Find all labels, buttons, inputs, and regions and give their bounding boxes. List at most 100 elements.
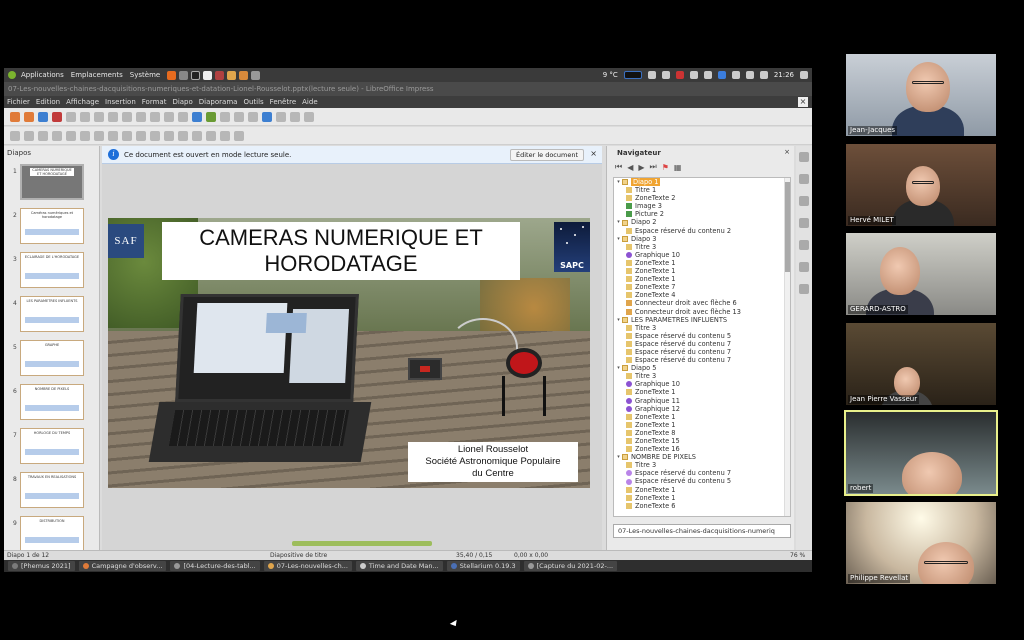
navigator-slide-node[interactable]: ▾ NOMBRE DE PIXELS	[614, 453, 790, 461]
menu-edition[interactable]: Edition	[36, 98, 60, 106]
menu-aide[interactable]: Aide	[302, 98, 317, 106]
menu-format[interactable]: Format	[142, 98, 167, 106]
align-icon[interactable]	[178, 130, 188, 141]
navigator-object-node[interactable]: Espace réservé du contenu 7	[614, 340, 790, 348]
save-icon[interactable]	[38, 111, 48, 122]
slide-icon[interactable]	[262, 111, 272, 122]
menu-insertion[interactable]: Insertion	[105, 98, 136, 106]
table-icon[interactable]	[220, 111, 230, 122]
redo-icon[interactable]	[136, 111, 146, 122]
navigator-object-node[interactable]: ZoneTexte 1	[614, 421, 790, 429]
app-icon-3[interactable]	[227, 70, 237, 80]
print-icon[interactable]	[66, 111, 76, 122]
slide-thumb[interactable]: HORLOGE DU TEMPS	[20, 428, 84, 464]
firefox-icon[interactable]	[167, 70, 177, 80]
author-textbox[interactable]: Lionel Rousselot Société Astronomique Po…	[408, 442, 578, 482]
open-icon[interactable]	[24, 111, 34, 122]
slide-thumb[interactable]: TRAVAUX EN REALISATIONS	[20, 472, 84, 508]
ellipse-icon[interactable]	[66, 130, 76, 141]
navigator-object-node[interactable]: ZoneTexte 4	[614, 291, 790, 299]
slide-thumb[interactable]: CAMERAS NUMERIQUE ET HORODATAGE	[20, 164, 84, 200]
taskbar-window-button[interactable]: [04-Lecture-des-tabl...	[170, 561, 260, 571]
slide-thumb[interactable]: DISTRIBUTION	[20, 516, 84, 552]
navigator-object-node[interactable]: Titre 3	[614, 324, 790, 332]
first-slide-icon[interactable]: ⏮	[615, 162, 622, 172]
find-icon[interactable]	[150, 111, 160, 122]
navigator-object-node[interactable]: ZoneTexte 1	[614, 388, 790, 396]
export-pdf-icon[interactable]	[52, 111, 62, 122]
navigator-object-node[interactable]: Titre 3	[614, 243, 790, 251]
power-icon[interactable]	[647, 71, 656, 79]
menu-fichier[interactable]: Fichier	[7, 98, 30, 106]
expand-icon[interactable]: ▾	[615, 364, 622, 372]
taskbar-window-button[interactable]: [Capture du 2021-02-...	[523, 561, 618, 571]
grid-icon[interactable]	[178, 111, 188, 122]
rotate-icon[interactable]	[164, 130, 174, 141]
display-icon[interactable]	[304, 111, 314, 122]
slide-thumb[interactable]: NOMBRE DE PIXELS	[20, 384, 84, 420]
navigator-slide-node[interactable]: ▾ Diapo 3	[614, 235, 790, 243]
taskbar-window-button[interactable]: 07-Les-nouvelles-ch...	[263, 561, 352, 571]
navigator-object-node[interactable]: Graphique 10	[614, 251, 790, 259]
navigator-slide-node[interactable]: ▾ Diapo 2	[614, 218, 790, 226]
new-icon[interactable]	[10, 111, 20, 122]
navigator-object-node[interactable]: Graphique 11	[614, 397, 790, 405]
navigator-slide-node[interactable]: ▾ Diapo 5	[614, 364, 790, 372]
close-document-icon[interactable]: ×	[798, 97, 808, 107]
navigator-object-node[interactable]: ZoneTexte 1	[614, 486, 790, 494]
cut-icon[interactable]	[80, 111, 90, 122]
zoom-icon-tool[interactable]	[24, 130, 34, 141]
participant-tile[interactable]: Jean-Jacques	[844, 52, 998, 138]
paste-icon[interactable]	[108, 111, 118, 122]
fontwork-icon[interactable]	[248, 111, 258, 122]
navigator-object-node[interactable]: Titre 1	[614, 186, 790, 194]
taskbar-window-button[interactable]: Campagne d'observ...	[78, 561, 167, 571]
clock-app-icon[interactable]	[675, 71, 684, 79]
properties-icon[interactable]	[799, 152, 809, 162]
files-icon[interactable]	[179, 70, 189, 80]
comment-icon[interactable]	[290, 111, 300, 122]
arrow-icon[interactable]	[80, 130, 90, 141]
screen-icon[interactable]	[661, 71, 670, 79]
navigator-scrollbar[interactable]	[784, 178, 790, 516]
current-slide[interactable]: SAF SAPC CAMERAS NUMERIQUE ET HORODATAGE…	[108, 218, 590, 488]
app-icon-5[interactable]	[251, 70, 261, 80]
taskbar-window-button[interactable]: [Phemus 2021]	[8, 561, 75, 571]
filter-icon[interactable]	[234, 130, 244, 141]
menu-outils[interactable]: Outils	[243, 98, 263, 106]
master-slides-icon[interactable]	[799, 218, 809, 228]
navigator-tree[interactable]: ▾ Diapo 1 Titre 1 ZoneTexte 2 Image 3 Picture…	[613, 177, 791, 517]
navigator-object-node[interactable]: Graphique 12	[614, 405, 790, 413]
navigator-object-node[interactable]: ZoneTexte 1	[614, 275, 790, 283]
slide-thumb[interactable]: ECLAIRAGE DE L'HORODATAGE	[20, 252, 84, 288]
menu-affichage[interactable]: Affichage	[66, 98, 99, 106]
navigator-object-node[interactable]: Espace réservé du contenu 5	[614, 332, 790, 340]
app-icon[interactable]	[203, 70, 213, 80]
navigator-object-node[interactable]: ZoneTexte 7	[614, 283, 790, 291]
document-select[interactable]: 07-Les-nouvelles-chaines-dacquisitions-n…	[613, 524, 791, 538]
participant-tile[interactable]: Philippe Revellat	[844, 500, 998, 586]
navigator-object-node[interactable]: Espace réservé du contenu 7	[614, 348, 790, 356]
shadow-icon[interactable]	[206, 130, 216, 141]
line-icon[interactable]	[38, 130, 48, 141]
expand-icon[interactable]: ▾	[615, 316, 622, 324]
navigator-object-node[interactable]: Espace réservé du contenu 7	[614, 356, 790, 364]
navigator-object-node[interactable]: Espace réservé du contenu 5	[614, 477, 790, 485]
clock-text[interactable]: 21:26	[774, 71, 794, 79]
navigator-object-node[interactable]: Espace réservé du contenu 7	[614, 469, 790, 477]
navigator-object-node[interactable]: ZoneTexte 16	[614, 445, 790, 453]
stars-icon[interactable]	[136, 130, 146, 141]
slide-thumb[interactable]: LES PARAMETRES INFLUENTS	[20, 296, 84, 332]
participant-tile[interactable]: Jean Pierre Vasseur	[844, 321, 998, 407]
slide-canvas[interactable]: SAF SAPC CAMERAS NUMERIQUE ET HORODATAGE…	[102, 164, 602, 550]
expand-icon[interactable]: ▾	[615, 218, 622, 226]
zoom-icon[interactable]	[717, 71, 726, 79]
connector-icon[interactable]	[108, 130, 118, 141]
arrange-icon[interactable]	[192, 130, 202, 141]
navigator-object-node[interactable]: ZoneTexte 1	[614, 413, 790, 421]
mail-icon[interactable]	[703, 71, 712, 79]
animation-icon[interactable]	[799, 196, 809, 206]
navigator-object-node[interactable]: ZoneTexte 1	[614, 267, 790, 275]
navigator-object-node[interactable]: Connecteur droit avec flèche 6	[614, 299, 790, 307]
participant-tile[interactable]: GERARD-ASTRO	[844, 231, 998, 317]
